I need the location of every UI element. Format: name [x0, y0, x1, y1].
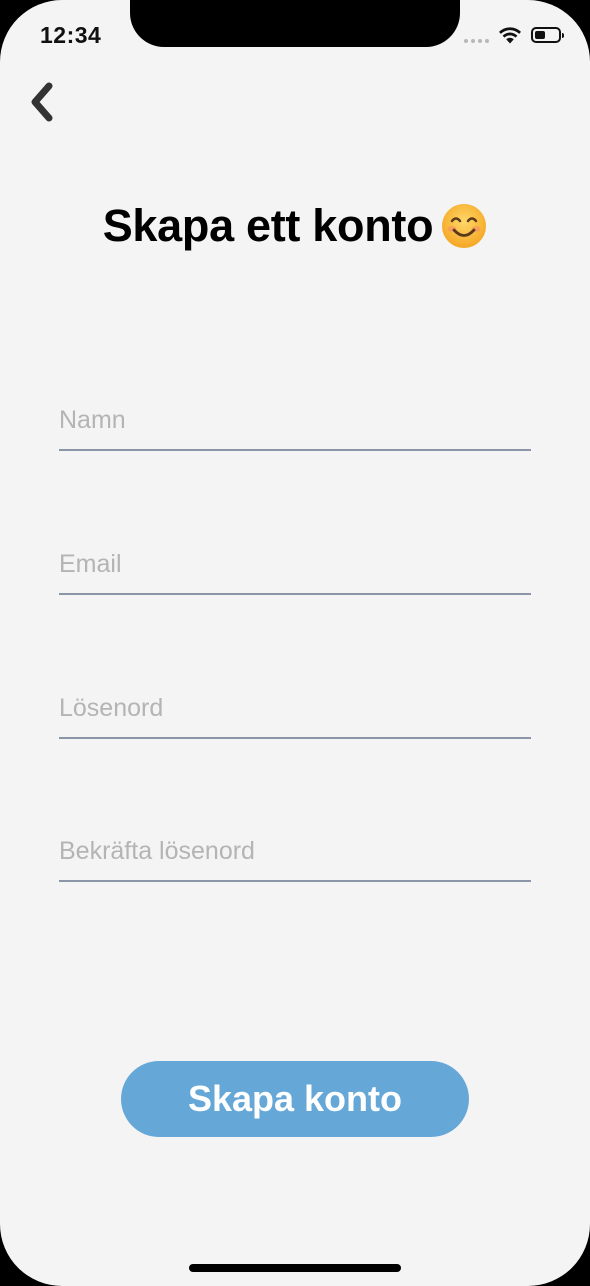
smiling-face-icon	[442, 204, 487, 248]
status-time: 12:34	[40, 22, 102, 48]
page-title-text: Skapa ett konto	[102, 200, 434, 251]
device-notch	[130, 0, 460, 47]
battery-level	[535, 31, 545, 39]
password-input[interactable]	[59, 694, 531, 723]
name-field	[59, 401, 531, 451]
password-field	[59, 689, 531, 739]
phone-screen: 12:34 Skapa ett konto Namn Email Skapa k…	[0, 0, 590, 1286]
create-account-button[interactable]: Skapa konto	[121, 1061, 469, 1137]
confirm-password-field	[59, 832, 531, 882]
email-field	[59, 545, 531, 595]
battery-icon	[531, 27, 564, 43]
chevron-left-icon	[31, 82, 53, 122]
name-input[interactable]	[59, 406, 531, 435]
cellular-signal-icon	[464, 39, 489, 43]
confirm-password-input[interactable]	[59, 837, 531, 866]
page-title: Skapa ett konto	[0, 200, 590, 252]
email-input[interactable]	[59, 550, 531, 579]
back-button[interactable]	[22, 80, 62, 124]
home-indicator[interactable]	[189, 1264, 401, 1272]
wifi-icon	[499, 27, 521, 44]
